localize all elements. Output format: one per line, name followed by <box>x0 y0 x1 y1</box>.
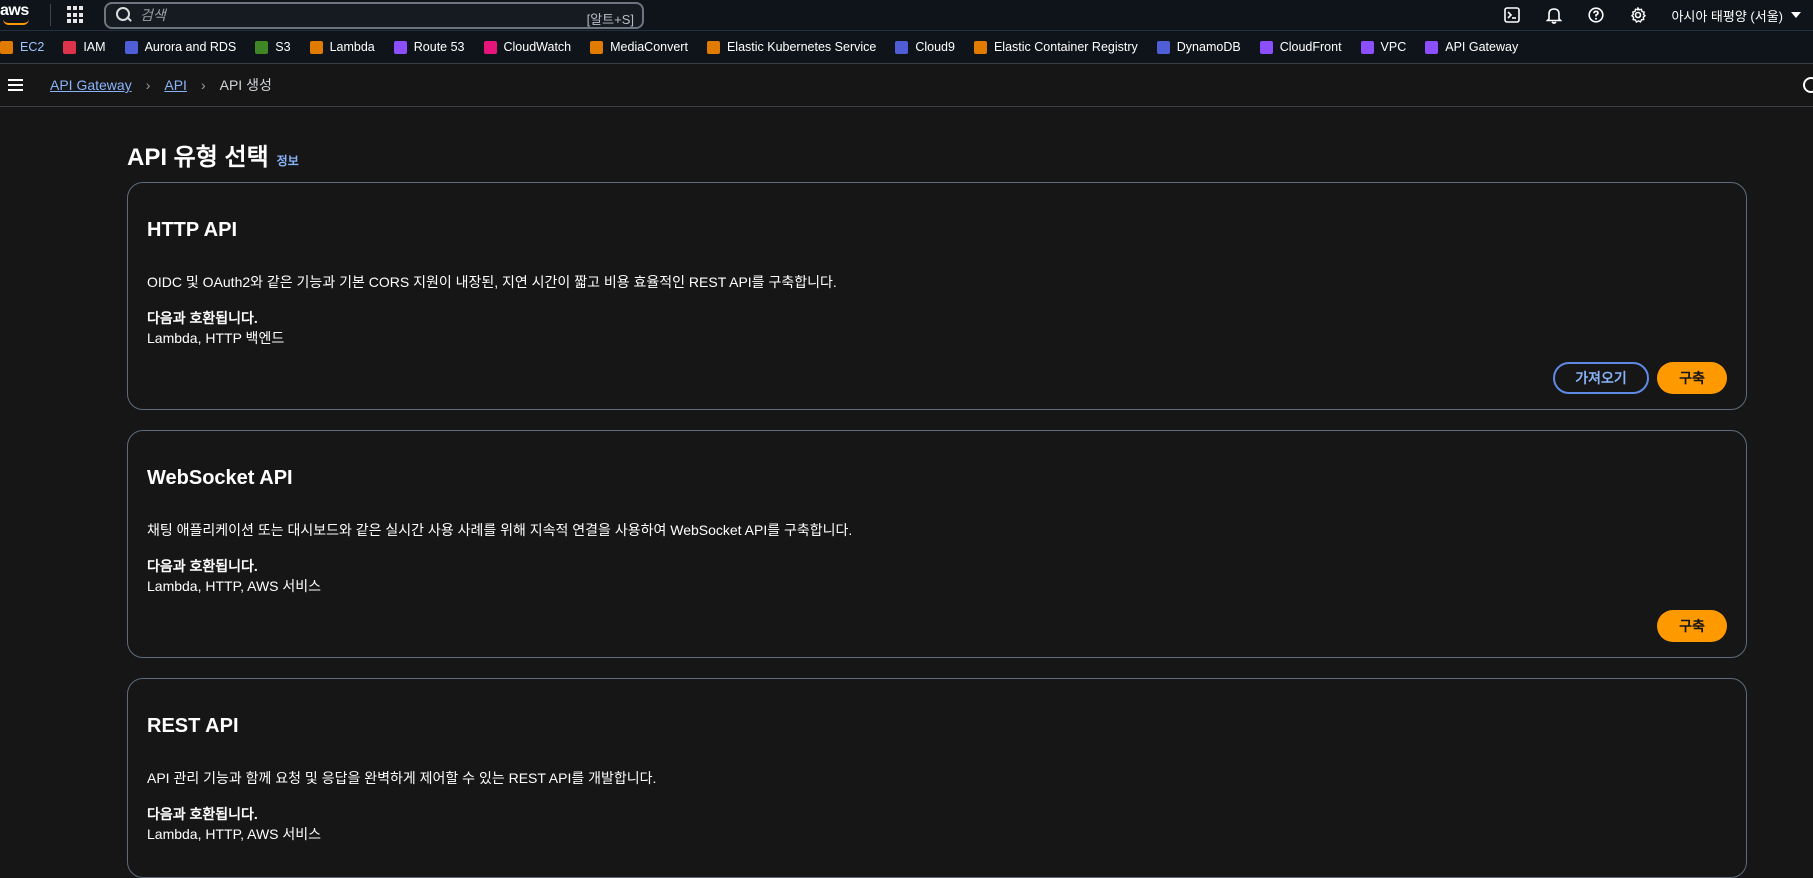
cloudwatch-icon <box>483 40 497 54</box>
vpc-icon <box>1360 40 1374 54</box>
cloudfront-icon <box>1259 40 1273 54</box>
region-label: 아시아 태평양 (서울) <box>1671 8 1783 24</box>
card-title: REST API <box>147 715 239 737</box>
websocket-api-card: WebSocket API 채팅 애플리케이션 또는 대시보드와 같은 실시간 … <box>127 430 1747 658</box>
compat-value: Lambda, HTTP, AWS 서비스 <box>147 826 322 842</box>
menu-icon[interactable] <box>8 79 23 91</box>
breadcrumb-bar: API Gateway › API › API 생성 <box>0 64 1813 107</box>
dynamodb-icon <box>1156 40 1170 54</box>
aws-logo[interactable]: aws <box>0 0 34 30</box>
favorite-cloudwatch[interactable]: CloudWatch <box>483 40 572 54</box>
favorite-cloudfront[interactable]: CloudFront <box>1259 40 1342 54</box>
build-websocket-api-button[interactable]: 구축 <box>1657 610 1727 642</box>
import-button[interactable]: 가져오기 <box>1553 362 1649 394</box>
search-icon <box>116 7 132 23</box>
cloudshell-icon[interactable] <box>1491 0 1533 30</box>
favorite-label: CloudFront <box>1279 40 1342 54</box>
favorite-vpc[interactable]: VPC <box>1360 40 1407 54</box>
favorite-label: Cloud9 <box>915 40 955 54</box>
card-description: OIDC 및 OAuth2와 같은 기능과 기본 CORS 지원이 내장된, 지… <box>147 274 837 290</box>
favorite-lambda[interactable]: Lambda <box>309 40 375 54</box>
compat-value: Lambda, HTTP, AWS 서비스 <box>147 578 322 594</box>
favorite-label: Route 53 <box>413 40 465 54</box>
favorite-dynamodb[interactable]: DynamoDB <box>1156 40 1241 54</box>
caret-down-icon <box>1791 12 1801 18</box>
favorite-label: DynamoDB <box>1176 40 1241 54</box>
chevron-right-icon: › <box>200 77 206 93</box>
favorites-bar: EC2 IAM Aurora and RDS S3 Lambda Route 5… <box>0 30 1813 64</box>
page-title: API 유형 선택 정보 <box>127 137 299 172</box>
compat-label: 다음과 호환됩니다. <box>147 806 258 822</box>
http-api-card: HTTP API OIDC 및 OAuth2와 같은 기능과 기본 CORS 지… <box>127 182 1747 410</box>
favorite-ecr[interactable]: Elastic Container Registry <box>973 40 1138 54</box>
favorite-mediaconvert[interactable]: MediaConvert <box>590 40 688 54</box>
region-selector[interactable]: 아시아 태평양 (서울) <box>1671 6 1801 25</box>
favorite-label: API Gateway <box>1445 40 1519 54</box>
favorite-iam[interactable]: IAM <box>63 40 106 54</box>
favorite-label: Elastic Kubernetes Service <box>726 40 877 54</box>
favorite-label: S3 <box>275 40 291 54</box>
favorite-ec2[interactable]: EC2 <box>0 40 44 54</box>
rds-icon <box>124 40 138 54</box>
card-title: HTTP API <box>147 219 238 241</box>
s3-icon <box>255 40 269 54</box>
chevron-right-icon: › <box>145 77 151 93</box>
page-title-text: API 유형 선택 <box>127 144 269 171</box>
favorite-s3[interactable]: S3 <box>255 40 291 54</box>
breadcrumb-api[interactable]: API <box>164 77 187 93</box>
breadcrumb-api-gateway[interactable]: API Gateway <box>50 77 132 93</box>
card-description: 채팅 애플리케이션 또는 대시보드와 같은 실시간 사용 사례를 위해 지속적 … <box>147 522 853 538</box>
top-navigation: aws [알트+S] 아시아 태평양 (서울) <box>0 0 1813 30</box>
favorite-label: CloudWatch <box>503 40 572 54</box>
card-title: WebSocket API <box>147 467 293 489</box>
ec2-icon <box>0 40 13 54</box>
breadcrumb-current: API 생성 <box>219 77 272 93</box>
iam-icon <box>63 40 77 54</box>
mediaconvert-icon <box>590 40 604 54</box>
favorite-label: Elastic Container Registry <box>993 40 1138 54</box>
favorite-eks[interactable]: Elastic Kubernetes Service <box>706 40 877 54</box>
search-shortcut-hint: [알트+S] <box>586 11 634 27</box>
eks-icon <box>706 40 720 54</box>
cloud9-icon <box>895 40 909 54</box>
route53-icon <box>393 40 407 54</box>
favorite-label: MediaConvert <box>610 40 688 54</box>
services-grid-icon[interactable] <box>67 6 85 24</box>
card-description: API 관리 기능과 함께 요청 및 응답을 완벽하게 제어할 수 있는 RES… <box>147 770 657 786</box>
lambda-icon <box>309 40 323 54</box>
favorite-cloud9[interactable]: Cloud9 <box>895 40 955 54</box>
search-input[interactable] <box>140 7 560 23</box>
compat-label: 다음과 호환됩니다. <box>147 310 258 326</box>
help-icon[interactable] <box>1575 0 1617 30</box>
build-http-api-button[interactable]: 구축 <box>1657 362 1727 394</box>
favorite-label: Lambda <box>329 40 375 54</box>
aws-smile-icon <box>3 19 29 25</box>
top-right-actions: 아시아 태평양 (서울) <box>1491 0 1813 30</box>
info-link[interactable]: 정보 <box>277 152 299 169</box>
favorite-aurora-rds[interactable]: Aurora and RDS <box>124 40 237 54</box>
info-panel-icon[interactable] <box>1803 77 1813 93</box>
divider <box>50 4 51 26</box>
favorite-label: EC2 <box>20 40 45 54</box>
compat-value: Lambda, HTTP 백엔드 <box>147 330 285 346</box>
compat-label: 다음과 호환됩니다. <box>147 558 258 574</box>
search-box[interactable]: [알트+S] <box>104 1 644 29</box>
rest-api-card: REST API API 관리 기능과 함께 요청 및 응답을 완벽하게 제어할… <box>127 678 1747 878</box>
favorite-api-gateway[interactable]: API Gateway <box>1425 40 1518 54</box>
bell-icon[interactable] <box>1533 0 1575 30</box>
favorite-label: Aurora and RDS <box>144 40 237 54</box>
favorite-label: IAM <box>83 40 106 54</box>
favorite-label: VPC <box>1380 40 1407 54</box>
settings-icon[interactable] <box>1617 0 1659 30</box>
api-gateway-icon <box>1425 40 1439 54</box>
favorite-route53[interactable]: Route 53 <box>393 40 465 54</box>
aws-logo-text: aws <box>0 2 29 19</box>
ecr-icon <box>973 40 987 54</box>
